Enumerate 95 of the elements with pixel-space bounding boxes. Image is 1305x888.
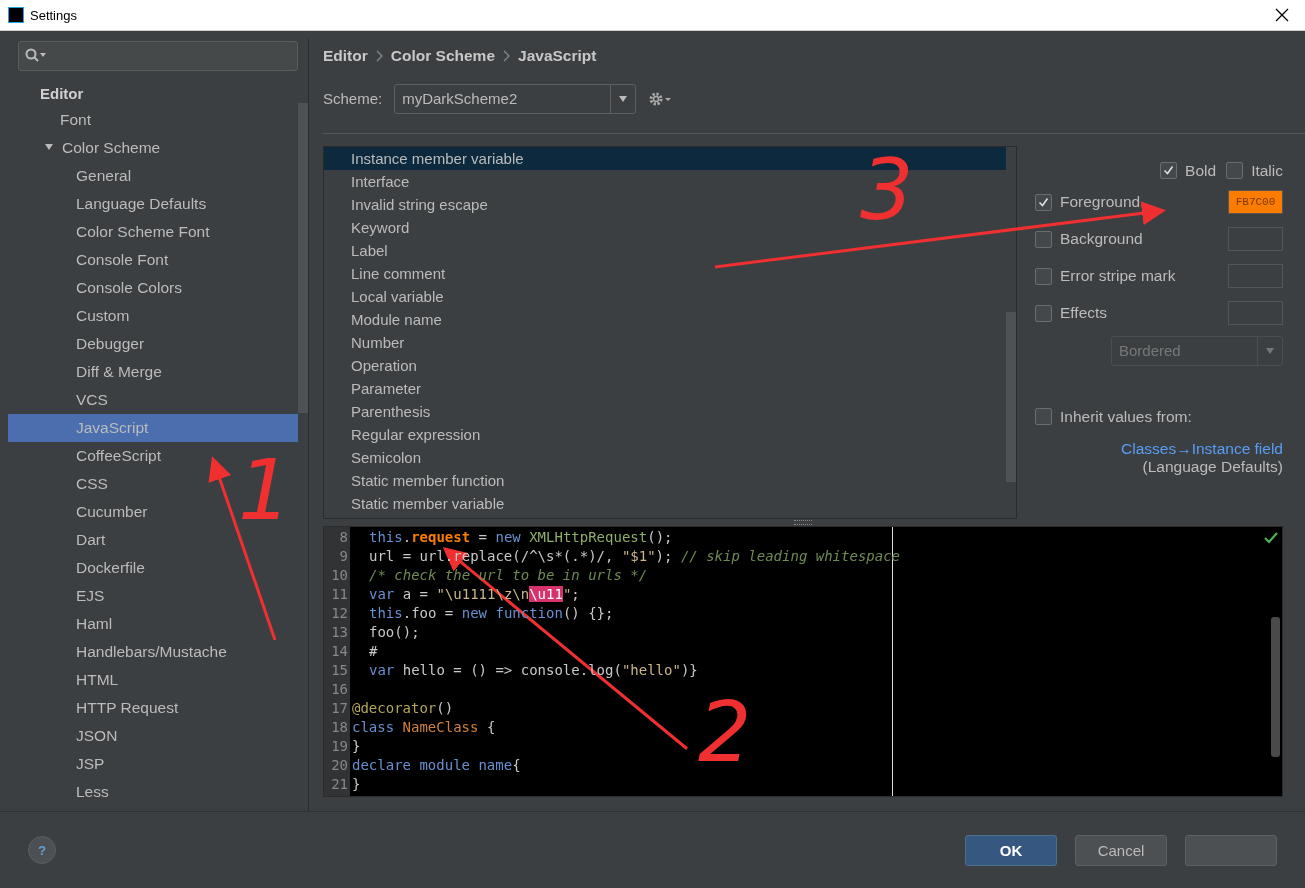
inherit-note: (Language Defaults) (1142, 457, 1283, 476)
search-field[interactable] (18, 41, 298, 71)
ok-button[interactable]: OK (965, 834, 1057, 866)
line-number: 15 (330, 661, 349, 681)
tree-item[interactable]: Language Defaults (8, 190, 298, 218)
tree-item[interactable]: Dockerfile (8, 554, 298, 582)
section-header: Editor (39, 84, 85, 104)
code-line: this.request = new XMLHttpRequest(); (368, 528, 674, 548)
attribute-item[interactable]: Regular expression (324, 422, 1006, 446)
chevron-icon (503, 49, 510, 62)
code-line: @decorator() (352, 699, 455, 719)
line-number: 16 (330, 680, 349, 700)
inherit-checkbox[interactable]: Inherit values from: (1035, 407, 1283, 426)
line-number: 8 (338, 528, 349, 548)
tree-item[interactable]: Font (8, 106, 298, 134)
close-icon (1275, 8, 1289, 22)
line-number: 14 (330, 642, 349, 662)
tree-item[interactable]: EJS (8, 582, 298, 610)
scrollbar[interactable] (298, 103, 308, 413)
tree-item[interactable]: Custom (8, 302, 298, 330)
dialog-button[interactable]: Cancel (1075, 834, 1167, 866)
breadcrumb-item: Editor (323, 46, 368, 65)
tree-item[interactable]: HTML (8, 666, 298, 694)
line-number: 12 (330, 604, 349, 624)
attribute-item[interactable]: Line comment (324, 261, 1006, 285)
code-line: # (368, 642, 379, 662)
tree-item[interactable]: Color Scheme Font (8, 218, 298, 246)
attribute-item[interactable]: Static member variable (324, 491, 1006, 515)
check-icon (1038, 196, 1049, 208)
code-line: } (352, 775, 362, 795)
line-number: 9 (338, 547, 349, 567)
tree-item[interactable]: VCS (8, 386, 298, 414)
color-swatch[interactable] (1228, 301, 1283, 326)
tree-item[interactable]: Console Font (8, 246, 298, 274)
line-number: 20 (330, 756, 349, 776)
breadcrumb-item: JavaScript (518, 46, 597, 65)
attribute-item[interactable]: Parenthesis (324, 399, 1006, 423)
scrollbar[interactable] (1006, 311, 1016, 482)
attribute-item[interactable]: Operation (324, 353, 1006, 377)
attribute-item[interactable]: Parameter (324, 376, 1006, 400)
attribute-item[interactable]: Module name (324, 307, 1006, 331)
tree-item[interactable]: Handlebars/Mustache (8, 638, 298, 666)
attribute-item[interactable]: Local variable (324, 284, 1006, 308)
line-number: 17 (330, 699, 349, 719)
scheme-label: Scheme: (323, 90, 383, 108)
tree-item[interactable]: Color Scheme (8, 134, 298, 162)
tree-item[interactable]: General (8, 162, 298, 190)
color-swatch[interactable] (1228, 227, 1283, 252)
line-number: 19 (330, 737, 349, 757)
attribute-item[interactable]: Label (324, 238, 1006, 262)
color-checkbox[interactable]: Error stripe mark (1035, 267, 1176, 286)
code-line: /* check the url to be in urls */ (368, 566, 649, 586)
tree-item[interactable]: Less (8, 778, 298, 806)
attribute-item[interactable]: Static member function (324, 468, 1006, 492)
help-button[interactable]: ? (28, 836, 56, 864)
line-number: 21 (330, 775, 349, 795)
attribute-item[interactable]: Number (324, 330, 1006, 354)
color-swatch[interactable]: FB7C00 (1228, 190, 1283, 215)
caret-icon[interactable] (618, 93, 629, 104)
tree-item[interactable]: Debugger (8, 330, 298, 358)
window-title: Settings (30, 7, 78, 23)
color-swatch[interactable] (1228, 264, 1283, 289)
color-checkbox[interactable]: Background (1035, 230, 1143, 249)
tree-item[interactable]: JSP (8, 750, 298, 778)
tree-item[interactable]: Haml (8, 610, 298, 638)
dialog-button[interactable] (1185, 834, 1277, 866)
style-checkbox[interactable]: Italic (1226, 161, 1283, 180)
check-icon (1264, 531, 1278, 546)
inherit-link[interactable]: Classes→Instance field (1121, 439, 1283, 458)
attribute-item[interactable]: Semicolon (324, 445, 1006, 469)
tree-item[interactable]: HTTP Request (8, 694, 298, 722)
code-line: } (352, 737, 362, 757)
scheme-dropdown[interactable]: myDarkScheme2 (394, 83, 637, 114)
code-line: foo(); (368, 623, 421, 643)
app-logo-icon (8, 7, 24, 23)
line-number: 18 (330, 718, 349, 738)
line-number: 11 (330, 585, 349, 605)
code-line: class NameClass { (352, 718, 497, 738)
code-line: declare module name{ (352, 756, 522, 776)
check-icon (1163, 165, 1175, 177)
splitter-handle[interactable] (794, 520, 812, 525)
search-icon (25, 48, 47, 64)
scrollbar[interactable] (1271, 617, 1280, 758)
style-checkbox[interactable]: Bold (1160, 161, 1217, 180)
tree-item[interactable]: Diff & Merge (8, 358, 298, 386)
expanded-arrow-icon[interactable] (44, 142, 54, 152)
color-checkbox[interactable]: Foreground (1035, 193, 1141, 212)
line-number: 10 (330, 566, 349, 586)
breadcrumb-item: Color Scheme (390, 46, 495, 65)
annotation-number: 2 (698, 690, 752, 774)
chevron-icon (375, 49, 383, 62)
color-checkbox[interactable]: Effects (1035, 304, 1108, 323)
tree-item[interactable]: JSON (8, 722, 298, 750)
line-number: 13 (330, 623, 349, 643)
tree-item[interactable]: Console Colors (8, 274, 298, 302)
